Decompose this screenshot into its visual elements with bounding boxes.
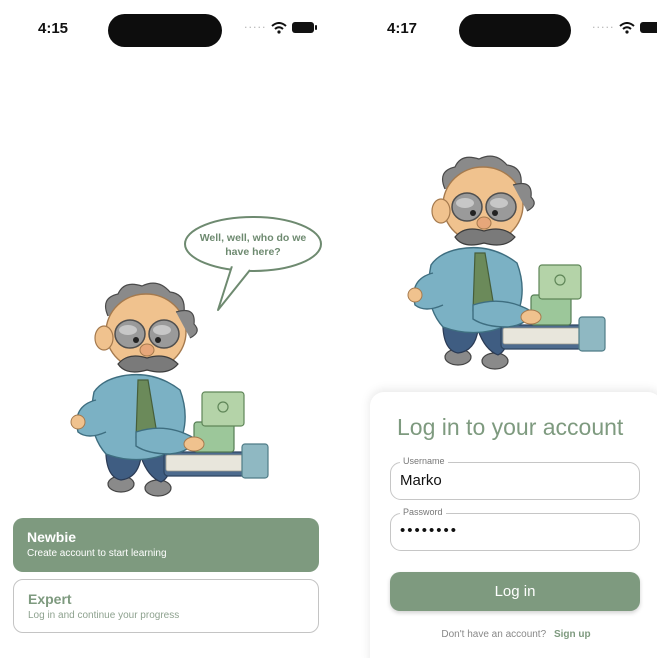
signup-link[interactable]: Sign up bbox=[554, 629, 591, 640]
login-screen: 4:17 ····· Log in to your account Userna… bbox=[345, 0, 657, 658]
status-time: 4:17 bbox=[387, 20, 418, 37]
onboarding-screen: 4:15 ····· Well, well, who do we have he… bbox=[0, 0, 330, 658]
login-button[interactable]: Log in bbox=[390, 572, 640, 611]
status-icons: ····· bbox=[592, 21, 657, 34]
username-label: Username bbox=[400, 456, 448, 467]
login-card: Log in to your account Username Password… bbox=[370, 392, 657, 658]
speech-bubble-text: Well, well, who do we have here? bbox=[199, 232, 307, 258]
cellular-dots-icon: ····· bbox=[592, 21, 615, 34]
wifi-icon bbox=[271, 21, 288, 34]
dynamic-island bbox=[459, 14, 571, 47]
password-field[interactable]: Password bbox=[390, 507, 640, 551]
battery-icon bbox=[292, 22, 318, 33]
password-input[interactable] bbox=[400, 522, 628, 539]
signup-row: Don't have an account? Sign up bbox=[370, 629, 657, 640]
dynamic-island bbox=[108, 14, 222, 47]
status-icons: ····· bbox=[244, 21, 318, 34]
signup-prompt: Don't have an account? bbox=[441, 629, 547, 640]
password-label: Password bbox=[400, 507, 446, 518]
expert-option-subtitle: Log in and continue your progress bbox=[28, 610, 180, 621]
newbie-option-subtitle: Create account to start learning bbox=[27, 548, 167, 559]
status-time: 4:15 bbox=[38, 20, 69, 37]
expert-option-button[interactable]: Expert Log in and continue your progress bbox=[13, 579, 319, 633]
newbie-option-title: Newbie bbox=[27, 529, 77, 545]
professor-illustration bbox=[70, 282, 269, 497]
username-input[interactable] bbox=[400, 472, 628, 489]
expert-option-title: Expert bbox=[28, 591, 72, 607]
login-title: Log in to your account bbox=[397, 414, 624, 440]
wifi-icon bbox=[619, 21, 636, 34]
newbie-option-button[interactable]: Newbie Create account to start learning bbox=[13, 518, 319, 572]
battery-icon bbox=[640, 22, 657, 33]
username-field[interactable]: Username bbox=[390, 456, 640, 500]
cellular-dots-icon: ····· bbox=[244, 21, 267, 34]
professor-illustration bbox=[407, 155, 606, 370]
speech-bubble: Well, well, who do we have here? bbox=[185, 218, 321, 272]
